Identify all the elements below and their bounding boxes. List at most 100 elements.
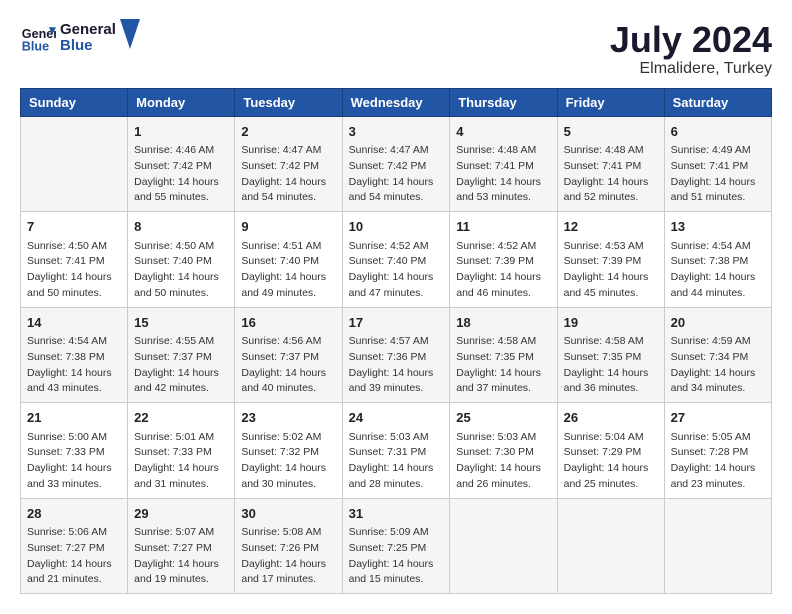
col-header-thursday: Thursday	[450, 88, 557, 116]
calendar-week-row: 14Sunrise: 4:54 AMSunset: 7:38 PMDayligh…	[21, 307, 772, 403]
cell-content: Sunrise: 5:09 AMSunset: 7:25 PMDaylight:…	[349, 525, 444, 588]
day-number: 24	[349, 408, 444, 428]
cell-content: Sunrise: 4:52 AMSunset: 7:40 PMDaylight:…	[349, 239, 444, 302]
calendar-cell: 11Sunrise: 4:52 AMSunset: 7:39 PMDayligh…	[450, 212, 557, 308]
logo-blue: Blue	[60, 38, 116, 55]
calendar-cell: 12Sunrise: 4:53 AMSunset: 7:39 PMDayligh…	[557, 212, 664, 308]
calendar-cell: 13Sunrise: 4:54 AMSunset: 7:38 PMDayligh…	[664, 212, 771, 308]
cell-content: Sunrise: 4:47 AMSunset: 7:42 PMDaylight:…	[241, 143, 335, 206]
calendar-cell: 7Sunrise: 4:50 AMSunset: 7:41 PMDaylight…	[21, 212, 128, 308]
day-number: 6	[671, 122, 765, 142]
cell-content: Sunrise: 4:59 AMSunset: 7:34 PMDaylight:…	[671, 334, 765, 397]
svg-text:Blue: Blue	[22, 40, 49, 54]
cell-content: Sunrise: 4:54 AMSunset: 7:38 PMDaylight:…	[671, 239, 765, 302]
day-number: 23	[241, 408, 335, 428]
month-year-title: July 2024	[610, 20, 772, 60]
col-header-tuesday: Tuesday	[235, 88, 342, 116]
day-number: 16	[241, 313, 335, 333]
calendar-cell: 18Sunrise: 4:58 AMSunset: 7:35 PMDayligh…	[450, 307, 557, 403]
col-header-wednesday: Wednesday	[342, 88, 450, 116]
day-number: 17	[349, 313, 444, 333]
cell-content: Sunrise: 5:03 AMSunset: 7:30 PMDaylight:…	[456, 430, 550, 493]
day-number: 20	[671, 313, 765, 333]
calendar-cell: 27Sunrise: 5:05 AMSunset: 7:28 PMDayligh…	[664, 403, 771, 499]
calendar-cell: 31Sunrise: 5:09 AMSunset: 7:25 PMDayligh…	[342, 498, 450, 594]
logo-triangle-icon	[120, 19, 140, 49]
day-number: 28	[27, 504, 121, 524]
title-block: July 2024 Elmalidere, Turkey	[610, 20, 772, 78]
day-number: 30	[241, 504, 335, 524]
calendar-week-row: 1Sunrise: 4:46 AMSunset: 7:42 PMDaylight…	[21, 116, 772, 212]
cell-content: Sunrise: 4:52 AMSunset: 7:39 PMDaylight:…	[456, 239, 550, 302]
page-header: General Blue General Blue July 2024 Elma…	[20, 20, 772, 78]
day-number: 27	[671, 408, 765, 428]
calendar-cell: 14Sunrise: 4:54 AMSunset: 7:38 PMDayligh…	[21, 307, 128, 403]
location-subtitle: Elmalidere, Turkey	[610, 60, 772, 78]
day-number: 31	[349, 504, 444, 524]
calendar-cell: 10Sunrise: 4:52 AMSunset: 7:40 PMDayligh…	[342, 212, 450, 308]
calendar-cell: 25Sunrise: 5:03 AMSunset: 7:30 PMDayligh…	[450, 403, 557, 499]
cell-content: Sunrise: 5:00 AMSunset: 7:33 PMDaylight:…	[27, 430, 121, 493]
calendar-cell: 2Sunrise: 4:47 AMSunset: 7:42 PMDaylight…	[235, 116, 342, 212]
logo: General Blue General Blue	[20, 20, 140, 56]
day-number: 10	[349, 217, 444, 237]
cell-content: Sunrise: 4:47 AMSunset: 7:42 PMDaylight:…	[349, 143, 444, 206]
day-number: 8	[134, 217, 228, 237]
cell-content: Sunrise: 4:51 AMSunset: 7:40 PMDaylight:…	[241, 239, 335, 302]
calendar-cell: 5Sunrise: 4:48 AMSunset: 7:41 PMDaylight…	[557, 116, 664, 212]
cell-content: Sunrise: 5:08 AMSunset: 7:26 PMDaylight:…	[241, 525, 335, 588]
day-number: 18	[456, 313, 550, 333]
calendar-table: SundayMondayTuesdayWednesdayThursdayFrid…	[20, 88, 772, 595]
cell-content: Sunrise: 4:55 AMSunset: 7:37 PMDaylight:…	[134, 334, 228, 397]
calendar-cell: 21Sunrise: 5:00 AMSunset: 7:33 PMDayligh…	[21, 403, 128, 499]
cell-content: Sunrise: 4:58 AMSunset: 7:35 PMDaylight:…	[456, 334, 550, 397]
calendar-cell: 16Sunrise: 4:56 AMSunset: 7:37 PMDayligh…	[235, 307, 342, 403]
calendar-cell: 24Sunrise: 5:03 AMSunset: 7:31 PMDayligh…	[342, 403, 450, 499]
day-number: 3	[349, 122, 444, 142]
calendar-cell: 1Sunrise: 4:46 AMSunset: 7:42 PMDaylight…	[128, 116, 235, 212]
calendar-cell: 30Sunrise: 5:08 AMSunset: 7:26 PMDayligh…	[235, 498, 342, 594]
col-header-monday: Monday	[128, 88, 235, 116]
cell-content: Sunrise: 4:48 AMSunset: 7:41 PMDaylight:…	[456, 143, 550, 206]
logo-icon: General Blue	[20, 20, 56, 56]
day-number: 14	[27, 313, 121, 333]
day-number: 2	[241, 122, 335, 142]
cell-content: Sunrise: 4:53 AMSunset: 7:39 PMDaylight:…	[564, 239, 658, 302]
logo-general: General	[60, 22, 116, 39]
cell-content: Sunrise: 5:03 AMSunset: 7:31 PMDaylight:…	[349, 430, 444, 493]
calendar-cell: 8Sunrise: 4:50 AMSunset: 7:40 PMDaylight…	[128, 212, 235, 308]
calendar-cell: 23Sunrise: 5:02 AMSunset: 7:32 PMDayligh…	[235, 403, 342, 499]
calendar-cell: 9Sunrise: 4:51 AMSunset: 7:40 PMDaylight…	[235, 212, 342, 308]
day-number: 4	[456, 122, 550, 142]
calendar-cell: 22Sunrise: 5:01 AMSunset: 7:33 PMDayligh…	[128, 403, 235, 499]
day-number: 9	[241, 217, 335, 237]
calendar-cell: 4Sunrise: 4:48 AMSunset: 7:41 PMDaylight…	[450, 116, 557, 212]
day-number: 11	[456, 217, 550, 237]
cell-content: Sunrise: 4:58 AMSunset: 7:35 PMDaylight:…	[564, 334, 658, 397]
day-number: 15	[134, 313, 228, 333]
calendar-cell: 6Sunrise: 4:49 AMSunset: 7:41 PMDaylight…	[664, 116, 771, 212]
calendar-cell: 20Sunrise: 4:59 AMSunset: 7:34 PMDayligh…	[664, 307, 771, 403]
cell-content: Sunrise: 4:57 AMSunset: 7:36 PMDaylight:…	[349, 334, 444, 397]
calendar-cell	[557, 498, 664, 594]
cell-content: Sunrise: 5:07 AMSunset: 7:27 PMDaylight:…	[134, 525, 228, 588]
cell-content: Sunrise: 5:06 AMSunset: 7:27 PMDaylight:…	[27, 525, 121, 588]
calendar-week-row: 21Sunrise: 5:00 AMSunset: 7:33 PMDayligh…	[21, 403, 772, 499]
day-number: 22	[134, 408, 228, 428]
calendar-cell: 19Sunrise: 4:58 AMSunset: 7:35 PMDayligh…	[557, 307, 664, 403]
cell-content: Sunrise: 5:01 AMSunset: 7:33 PMDaylight:…	[134, 430, 228, 493]
col-header-saturday: Saturday	[664, 88, 771, 116]
cell-content: Sunrise: 4:49 AMSunset: 7:41 PMDaylight:…	[671, 143, 765, 206]
day-number: 29	[134, 504, 228, 524]
calendar-cell: 26Sunrise: 5:04 AMSunset: 7:29 PMDayligh…	[557, 403, 664, 499]
day-number: 5	[564, 122, 658, 142]
day-number: 21	[27, 408, 121, 428]
calendar-cell: 17Sunrise: 4:57 AMSunset: 7:36 PMDayligh…	[342, 307, 450, 403]
calendar-cell	[21, 116, 128, 212]
calendar-cell: 3Sunrise: 4:47 AMSunset: 7:42 PMDaylight…	[342, 116, 450, 212]
day-number: 1	[134, 122, 228, 142]
cell-content: Sunrise: 5:02 AMSunset: 7:32 PMDaylight:…	[241, 430, 335, 493]
cell-content: Sunrise: 4:50 AMSunset: 7:41 PMDaylight:…	[27, 239, 121, 302]
calendar-cell	[450, 498, 557, 594]
cell-content: Sunrise: 5:05 AMSunset: 7:28 PMDaylight:…	[671, 430, 765, 493]
